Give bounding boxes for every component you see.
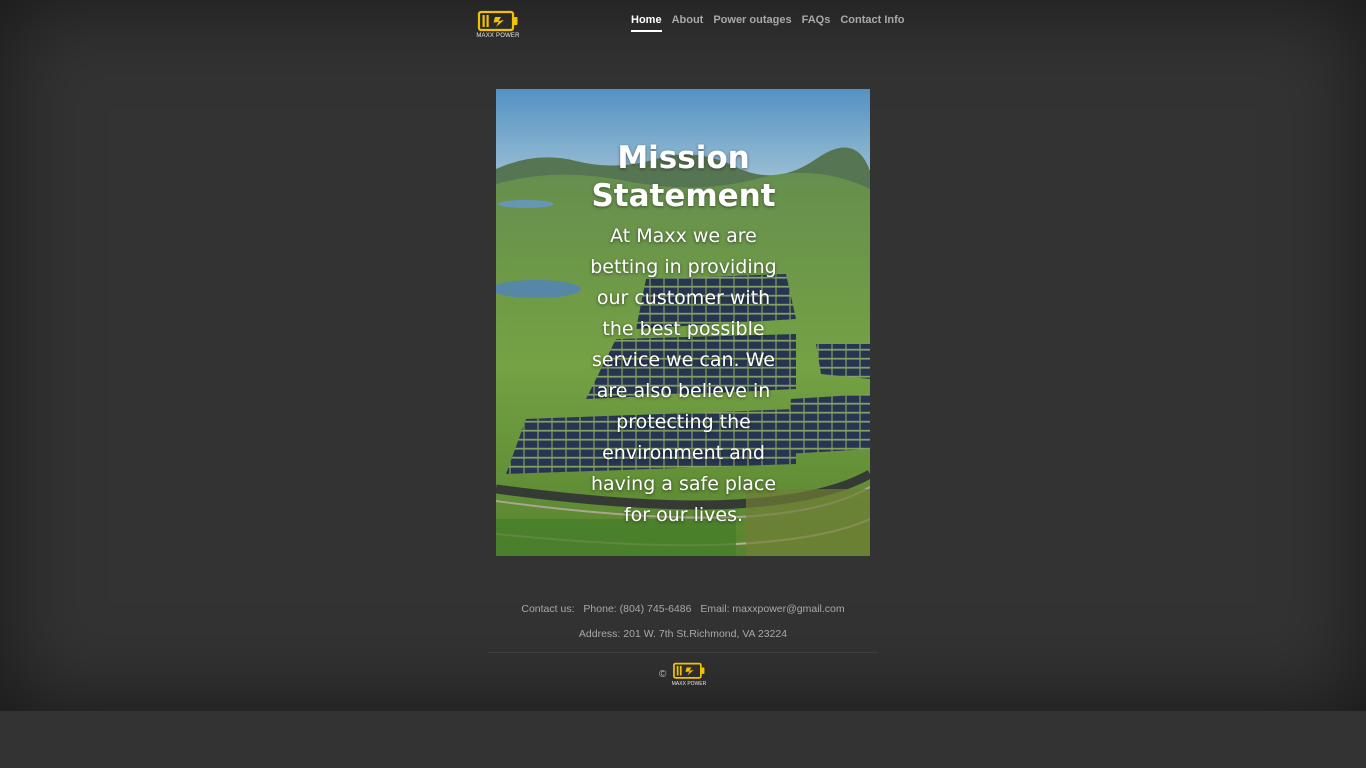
footer-divider — [488, 652, 878, 653]
nav-power-outages[interactable]: Power outages — [713, 14, 791, 32]
page: MAXX POWER Home About Power outages FAQs… — [0, 0, 1366, 711]
footer-logo-text: MAXX POWER — [671, 681, 707, 687]
mission-title: Mission Statement — [591, 140, 776, 214]
mission-hero: Mission Statement At Maxx we are betting… — [496, 89, 870, 556]
nav-contact-info[interactable]: Contact Info — [840, 14, 904, 32]
page-bottom-area — [0, 711, 1366, 768]
nav-faqs[interactable]: FAQs — [802, 14, 831, 32]
battery-bolt-icon — [673, 662, 705, 679]
nav-about[interactable]: About — [672, 14, 704, 32]
contact-label: Contact us: — [521, 603, 575, 615]
footer-logo: MAXX POWER — [670, 662, 708, 688]
main-nav: Home About Power outages FAQs Contact In… — [631, 14, 904, 32]
footer-email[interactable]: Email: maxxpower@gmail.com — [700, 603, 844, 615]
nav-home[interactable]: Home — [631, 14, 662, 32]
footer-phone: Phone: (804) 745-6486 — [583, 603, 692, 615]
footer-address: Address: 201 W. 7th St.Richmond, VA 2322… — [578, 628, 788, 640]
logo-text: MAXX POWER — [476, 33, 520, 39]
site-logo[interactable]: MAXX POWER — [474, 10, 522, 42]
copyright-symbol: © — [659, 669, 667, 680]
battery-bolt-icon — [477, 10, 518, 32]
mission-text: At Maxx we are betting in providing our … — [590, 225, 777, 526]
footer-contact-row: Contact us: Phone: (804) 745-6486 Email:… — [0, 603, 1366, 615]
